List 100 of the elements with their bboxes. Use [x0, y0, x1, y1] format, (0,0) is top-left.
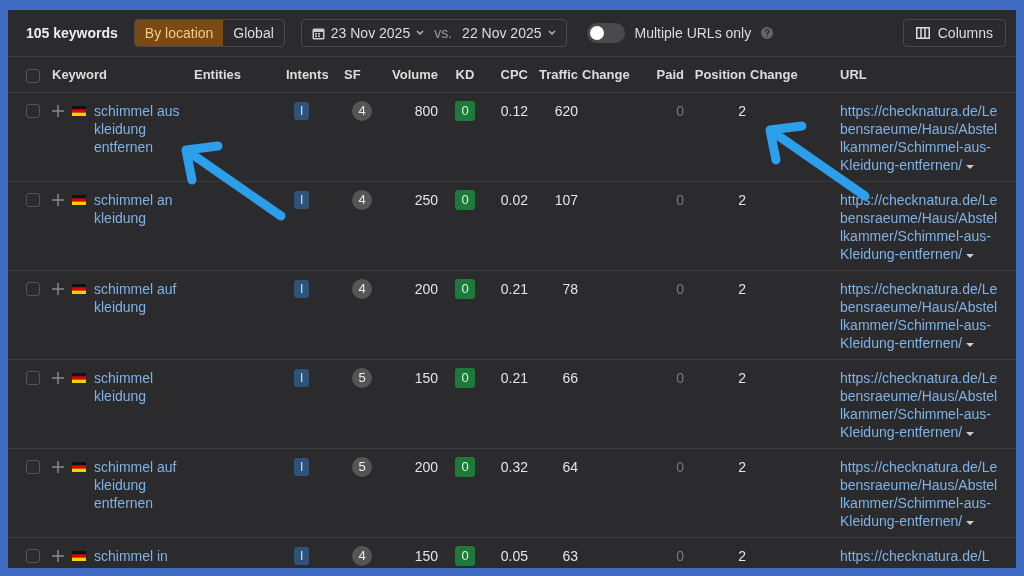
toggle-label: Multiple URLs only [634, 25, 752, 41]
row-checkbox[interactable] [26, 460, 40, 474]
row-checkbox[interactable] [26, 549, 40, 563]
column-header[interactable]: Intents [286, 67, 329, 82]
serp-features-count[interactable]: 4 [352, 279, 372, 299]
column-header[interactable]: URL [840, 67, 867, 82]
keyword-link[interactable]: schimmel kleidung [94, 369, 194, 405]
date-value: 23 Nov 2025 [330, 25, 411, 41]
help-icon [761, 27, 774, 39]
serp-features-count[interactable]: 4 [352, 546, 372, 566]
intent-badge: I [294, 458, 310, 476]
row-checkbox[interactable] [26, 371, 40, 385]
keyword-link[interactable]: schimmel auf kleidung entfernen [94, 458, 194, 512]
column-header[interactable]: Keyword [52, 67, 107, 82]
cpc-cell-text: 0.32 [500, 458, 529, 476]
dropdown-caret-icon[interactable] [966, 342, 975, 348]
paid-cell-text: 0 [676, 191, 685, 209]
dropdown-caret-icon[interactable] [966, 520, 975, 526]
column-header[interactable]: KD [455, 67, 475, 82]
position-cell-text: 2 [738, 102, 747, 120]
row-checkbox[interactable] [26, 104, 40, 118]
calendar-icon [311, 26, 325, 40]
position-cell-text: 2 [738, 280, 747, 298]
url-link[interactable]: https://checknatura.de/Lebensraeume/Haus/Abstellkammer/Schimmel-aus-Kleidung-entfernen/ [840, 280, 1006, 352]
caret-icon [416, 30, 425, 36]
keyword-count: 105 keywords [26, 25, 118, 41]
view-toggle-tab[interactable]: Global [223, 20, 284, 46]
position-cell-text: 2 [738, 369, 747, 387]
intent-badge: I [294, 102, 310, 120]
url-link[interactable]: https://checknatura.de/L [840, 547, 1006, 568]
column-header[interactable]: Position [694, 67, 750, 82]
paid-cell-text: 0 [676, 280, 685, 298]
paid-cell-text: 0 [676, 102, 685, 120]
serp-features-count[interactable]: 5 [352, 368, 372, 388]
paid-cell-text: 0 [676, 458, 685, 476]
serp-features-count[interactable]: 4 [352, 190, 372, 210]
toggle-switch[interactable] [586, 23, 625, 43]
cpc-cell-text: 0.02 [500, 191, 529, 209]
volume-cell-text: 150 [414, 369, 439, 387]
plus-icon[interactable] [52, 194, 64, 206]
row-checkbox[interactable] [26, 282, 40, 296]
intent-badge: I [294, 280, 310, 298]
columns-button[interactable]: Columns [902, 19, 1006, 47]
serp-features-count[interactable]: 4 [352, 101, 372, 121]
plus-icon[interactable] [52, 105, 64, 117]
flag-icon [72, 551, 86, 561]
intent-badge: I [294, 547, 310, 565]
traffic-cell-text: 64 [562, 458, 579, 476]
column-header[interactable]: Volume [392, 67, 442, 82]
volume-cell-text: 250 [414, 191, 439, 209]
compare-date-value: 22 Nov 2025 [462, 25, 542, 41]
paid-cell-text: 0 [676, 547, 685, 565]
traffic-cell-text: 620 [554, 102, 579, 120]
dropdown-caret-icon[interactable] [966, 164, 975, 170]
kd-badge: 0 [455, 546, 475, 566]
url-link[interactable]: https://checknatura.de/Lebensraeume/Haus/Abstellkammer/Schimmel-aus-Kleidung-entfernen/ [840, 369, 1006, 441]
url-link[interactable]: https://checknatura.de/Lebensraeume/Haus/Abstellkammer/Schimmel-aus-Kleidung-entfernen/ [840, 102, 1006, 174]
select-all-checkbox[interactable] [26, 68, 40, 83]
kd-badge: 0 [455, 279, 475, 299]
cpc-cell-text: 0.21 [500, 369, 529, 387]
column-header[interactable]: Traffic [539, 67, 582, 82]
serp-features-count[interactable]: 5 [352, 457, 372, 477]
date-picker[interactable]: 23 Nov 2025 vs. 22 Nov 2025 [300, 19, 567, 47]
flag-icon [72, 462, 86, 472]
kd-badge: 0 [455, 368, 475, 388]
position-cell-text: 2 [738, 547, 747, 565]
plus-icon[interactable] [52, 461, 64, 473]
volume-cell-text: 150 [414, 547, 439, 565]
intent-badge: I [294, 191, 310, 209]
kd-badge: 0 [455, 190, 475, 210]
traffic-cell-text: 63 [562, 547, 579, 565]
traffic-cell-text: 107 [554, 191, 579, 209]
keyword-link[interactable]: schimmel auf kleidung [94, 280, 194, 316]
view-toggle-tab[interactable]: By location [134, 20, 224, 46]
volume-cell-text: 200 [414, 458, 439, 476]
intent-badge: I [294, 369, 310, 387]
cpc-cell-text: 0.05 [500, 547, 529, 565]
plus-icon[interactable] [52, 550, 64, 562]
flag-icon [72, 284, 86, 294]
plus-icon[interactable] [52, 372, 64, 384]
column-header[interactable]: Paid [656, 67, 688, 82]
row-checkbox[interactable] [26, 193, 40, 207]
flag-icon [72, 106, 86, 116]
column-header[interactable]: Change [582, 67, 630, 82]
traffic-cell-text: 66 [562, 369, 579, 387]
column-header[interactable]: SF [344, 67, 361, 82]
flag-icon [72, 195, 86, 205]
url-link[interactable]: https://checknatura.de/Lebensraeume/Haus/Abstellkammer/Schimmel-aus-Kleidung-entfernen/ [840, 458, 1006, 530]
keyword-link[interactable]: schimmel an kleidung [94, 191, 194, 227]
keyword-link[interactable]: schimmel aus kleidung entfernen [94, 102, 194, 156]
column-header[interactable]: CPC [500, 67, 532, 82]
columns-icon [915, 27, 930, 39]
dropdown-caret-icon[interactable] [966, 253, 975, 259]
dropdown-caret-icon[interactable] [966, 431, 975, 437]
keyword-link[interactable]: schimmel in [94, 547, 194, 565]
url-link[interactable]: https://checknatura.de/Lebensraeume/Haus/Abstellkammer/Schimmel-aus-Kleidung-entfernen/ [840, 191, 1006, 263]
kd-badge: 0 [455, 101, 475, 121]
plus-icon[interactable] [52, 283, 64, 295]
column-header[interactable]: Entities [194, 67, 241, 82]
column-header[interactable]: Change [750, 67, 798, 82]
